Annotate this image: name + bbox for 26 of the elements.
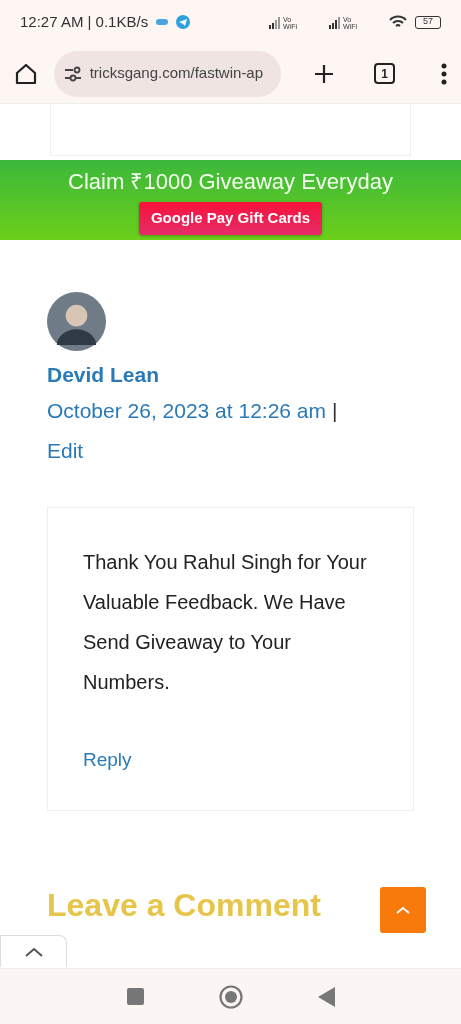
site-settings-icon[interactable] [63,65,82,82]
wifi-icon [389,15,407,29]
back-icon[interactable] [317,986,335,1007]
address-bar[interactable]: tricksgang.com/fastwin-ap [53,50,281,97]
chevron-up-icon [24,946,43,957]
telegram-icon [176,15,191,29]
tab-count-button[interactable]: 1 [374,63,396,84]
avatar [47,292,106,351]
home-icon[interactable] [14,61,38,86]
edit-link[interactable]: Edit [47,438,84,462]
separator: | [331,398,338,422]
battery-icon: 57 [415,15,441,29]
expand-tab[interactable] [0,935,67,967]
comment-date-link[interactable]: October 26, 2023 at 12:26 am [47,398,327,422]
comment-author[interactable]: Devid Lean [47,359,414,391]
menu-icon[interactable] [441,62,447,85]
home-button-icon[interactable] [218,984,243,1009]
recents-icon[interactable] [126,988,144,1005]
gift-cards-button[interactable]: Google Pay Gift Cards [138,202,323,235]
section-heading: Leave a Comment [47,886,321,925]
new-tab-icon[interactable] [312,62,335,85]
status-time: 12:27 AM | 0.1KB/s [20,11,149,32]
comment-text: Thank You Rahul Singh for Your Valuable Feedback. We Have Send Giveaway to Your Numbers. [83,549,368,695]
reply-link[interactable]: Reply [83,745,132,774]
banner-headline: Claim ₹1000 Giveaway Everyday [68,168,393,197]
chevron-up-icon [396,906,410,914]
